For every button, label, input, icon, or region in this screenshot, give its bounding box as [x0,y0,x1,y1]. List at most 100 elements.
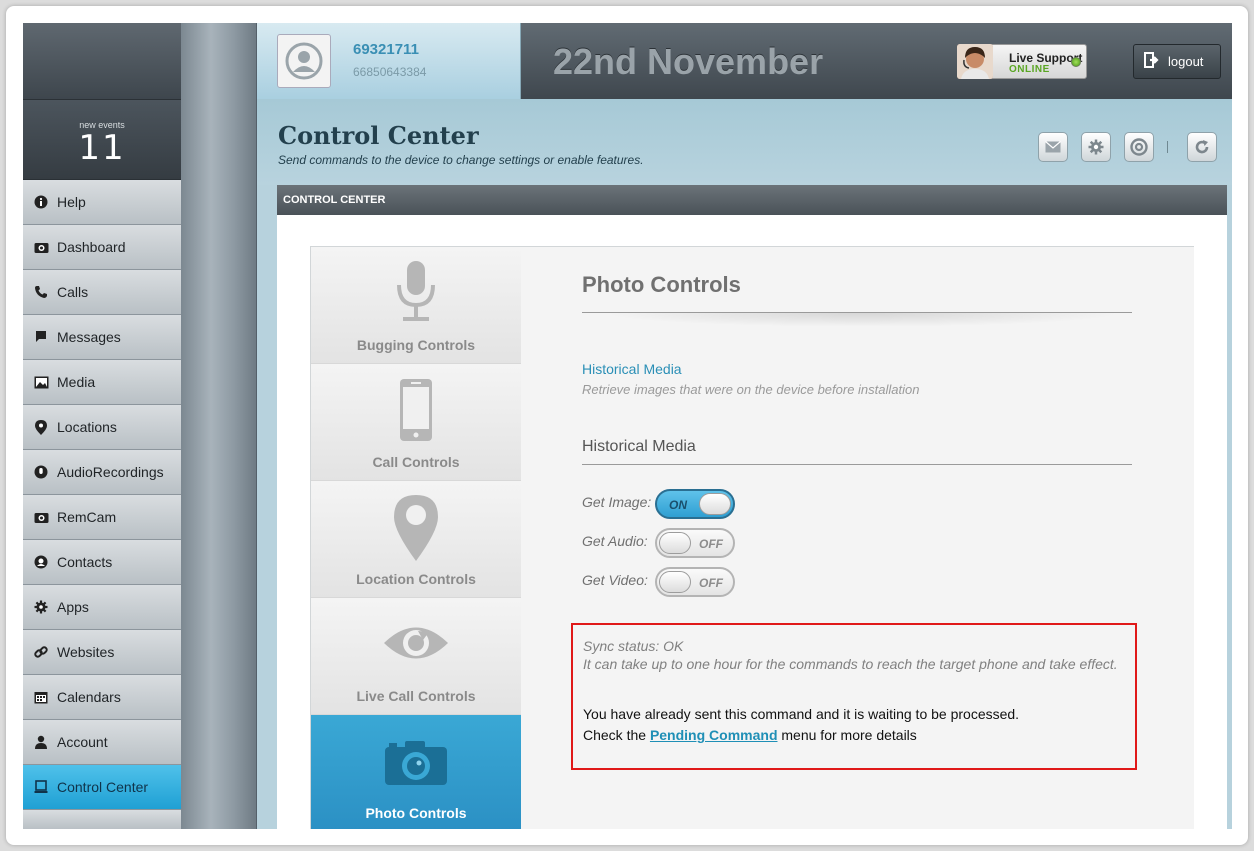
app: new events 11 Help Dashboard Calls Messa… [23,23,1232,829]
header-separator [1167,141,1168,153]
tab-label: Photo Controls [365,805,467,821]
sidebar-item-label: RemCam [57,509,117,525]
photo-controls-content: Photo Controls Historical Media Retrieve… [522,247,1194,829]
toggle-knob [699,493,731,515]
tab-call-controls[interactable]: Call Controls [311,364,521,481]
camera-icon [33,239,49,255]
sidebar-item-dashboard[interactable]: Dashboard [23,225,181,270]
sidebar-item-account[interactable]: Account [23,720,181,765]
user-icon [33,734,49,750]
tab-bugging-controls[interactable]: Bugging Controls [311,247,521,364]
sidebar-item-media[interactable]: Media [23,360,181,405]
get-video-toggle[interactable]: OFF [655,567,735,597]
contact-button[interactable] [1124,132,1154,162]
sidebar-item-label: Websites [57,644,115,660]
page-subtitle: Send commands to the device to change se… [278,153,644,167]
sidebar: new events 11 Help Dashboard Calls Messa… [23,23,181,829]
new-events-count: 11 [78,128,126,168]
microphone-icon [311,261,521,325]
username[interactable]: 69321711 [353,41,419,58]
panel-title: CONTROL CENTER [277,185,1227,215]
sidebar-item-label: AudioRecordings [57,464,164,480]
sidebar-item-label: Messages [57,329,121,345]
date-title: 22nd November [553,41,824,82]
sidebar-item-label: Help [57,194,86,210]
sidebar-item-audiorecordings[interactable]: AudioRecordings [23,450,181,495]
historical-media-link[interactable]: Historical Media [582,361,682,377]
sync-status: Sync status: OK [583,638,684,654]
pending-command-message: Check the Pending Command menu for more … [583,727,917,743]
gear-icon [1088,139,1104,155]
new-events-counter[interactable]: new events 11 [23,100,181,180]
toggle-state: ON [669,498,687,512]
tab-live-call-controls[interactable]: Live Call Controls [311,598,521,715]
gear-icon [33,599,49,615]
user-box: 69321711 66850643384 [257,23,521,99]
sidebar-item-label: Calendars [57,689,121,705]
camera-icon [311,739,521,787]
section-title: Photo Controls [582,272,741,297]
historical-media-title: Historical Media [582,438,696,455]
settings-button[interactable] [1081,132,1111,162]
sync-status-notice: Sync status: OK It can take up to one ho… [571,623,1137,770]
calendar-icon [33,689,49,705]
get-image-toggle[interactable]: ON [655,489,735,519]
divider [582,464,1132,465]
support-agent-avatar [957,44,993,79]
sidebar-item-messages[interactable]: Messages [23,315,181,360]
sidebar-item-label: Locations [57,419,117,435]
logout-button[interactable]: logout [1133,44,1221,79]
refresh-icon [1195,140,1209,154]
sidebar-item-websites[interactable]: Websites [23,630,181,675]
toggle-knob [659,532,691,554]
sidebar-item-label: Account [57,734,108,750]
at-sign-icon [1130,138,1148,156]
sidebar-item-remcam[interactable]: RemCam [23,495,181,540]
get-image-label: Get Image: [582,494,652,510]
tab-location-controls[interactable]: Location Controls [311,481,521,598]
get-audio-toggle[interactable]: OFF [655,528,735,558]
avatar[interactable] [277,34,331,88]
sidebar-item-label: Contacts [57,554,113,570]
tab-photo-controls[interactable]: Photo Controls [311,715,521,829]
refresh-button[interactable] [1187,132,1217,162]
get-video-label: Get Video: [582,572,648,588]
sidebar-item-label: Calls [57,284,89,300]
tab-label: Location Controls [356,571,476,587]
sidebar-divider [181,23,257,829]
sidebar-item-partial[interactable] [23,810,181,829]
waiting-message: You have already sent this command and i… [583,706,1020,722]
check-prefix: Check the [583,727,647,743]
toggle-state: OFF [699,576,723,590]
logout-label: logout [1168,54,1204,69]
tab-label: Call Controls [372,454,460,470]
contact-icon [33,554,49,570]
image-icon [33,374,49,390]
sidebar-item-help[interactable]: Help [23,180,181,225]
phone-icon [33,284,49,300]
pending-command-link[interactable]: Pending Command [650,727,778,743]
support-status: ONLINE [1009,64,1050,75]
monitor-icon [33,779,49,795]
sidebar-item-locations[interactable]: Locations [23,405,181,450]
toggle-state: OFF [699,537,723,551]
sidebar-item-label: Media [57,374,96,390]
mail-button[interactable] [1038,132,1068,162]
sidebar-item-calendars[interactable]: Calendars [23,675,181,720]
sidebar-item-label: Dashboard [57,239,126,255]
control-center-panel: CONTROL CENTER Bugging Controls Call Con… [277,185,1227,829]
live-support-button[interactable]: Live Support ONLINE [957,44,1087,79]
user-phone: 66850643384 [353,65,427,79]
camera-icon [33,509,49,525]
get-audio-label: Get Audio: [582,533,648,549]
sidebar-item-label: Apps [57,599,89,615]
sidebar-item-apps[interactable]: Apps [23,585,181,630]
map-pin-icon [311,495,521,561]
sidebar-item-contacts[interactable]: Contacts [23,540,181,585]
controls-container: Bugging Controls Call Controls Location … [310,246,1194,829]
sidebar-item-calls[interactable]: Calls [23,270,181,315]
sidebar-item-control-center[interactable]: Control Center [23,765,181,810]
sync-note: It can take up to one hour for the comma… [583,656,1118,672]
mic-icon [33,464,49,480]
pin-icon [33,419,49,435]
